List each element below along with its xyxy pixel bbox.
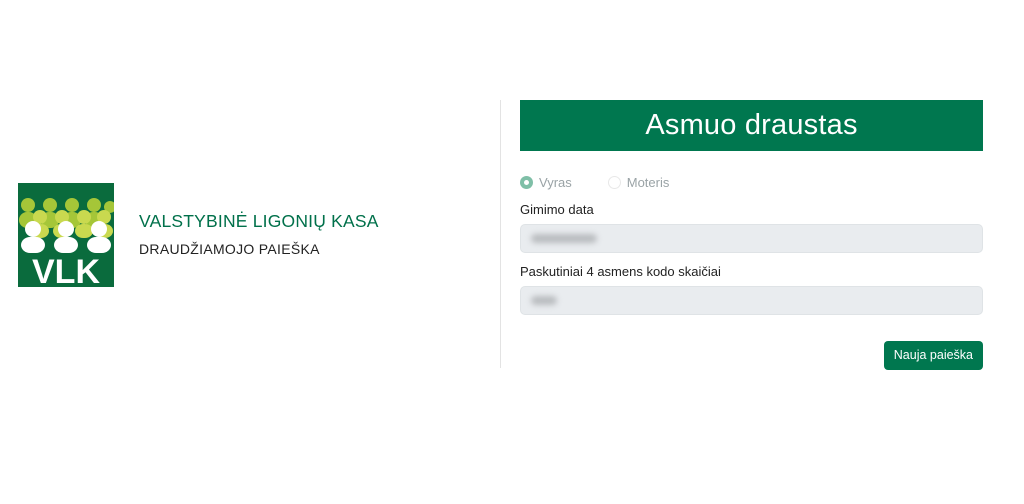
brand-block: VLK VALSTYBINĖ LIGONIŲ KASA DRAUDŽIAMOJO… [18, 183, 379, 287]
radio-selected-icon[interactable] [520, 175, 533, 189]
personal-code-field[interactable] [520, 286, 983, 315]
org-name: VALSTYBINĖ LIGONIŲ KASA [139, 210, 379, 231]
radio-female[interactable]: Moteris [607, 174, 670, 190]
vlk-logo-icon: VLK [18, 183, 114, 287]
page-subtitle: DRAUDŽIAMOJO PAIEŠKA [139, 240, 320, 257]
radio-male-label: Vyras [539, 174, 572, 190]
brand-text: VALSTYBINĖ LIGONIŲ KASA DRAUDŽIAMOJO PAI… [139, 210, 379, 257]
personal-code-label: Paskutiniai 4 asmens kodo skaičiai [520, 264, 721, 279]
birth-date-label: Gimimo data [520, 202, 594, 217]
gender-radio-group: Vyras Moteris [520, 174, 983, 190]
actions: Nauja paieška [520, 341, 983, 370]
radio-female-label: Moteris [626, 174, 670, 190]
birth-date-field[interactable] [520, 224, 983, 253]
status-banner: Asmuo draustas [520, 100, 983, 151]
result-panel: Asmuo draustas Vyras Moteris Gimimo data… [520, 100, 983, 370]
vertical-divider [500, 100, 501, 368]
logo-text: VLK [32, 253, 100, 287]
redacted-value [531, 296, 557, 305]
redacted-value [531, 234, 597, 243]
radio-unselected-icon[interactable] [607, 175, 621, 189]
radio-male[interactable]: Vyras [520, 175, 572, 190]
new-search-button[interactable]: Nauja paieška [883, 341, 983, 370]
